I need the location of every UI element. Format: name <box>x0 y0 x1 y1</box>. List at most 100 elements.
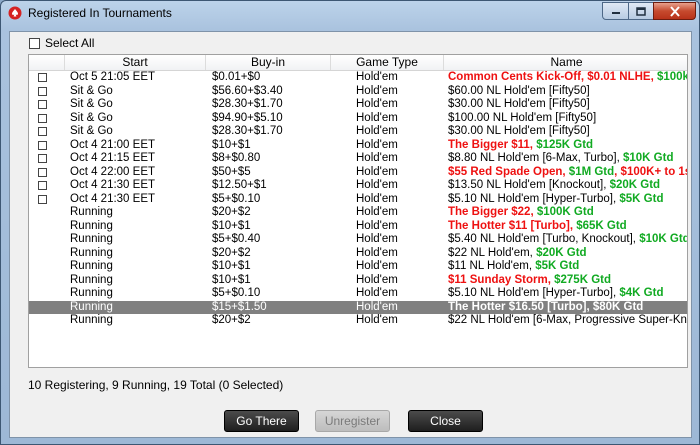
name-segment: $8.80 NL Hold'em [6-Max, Turbo], <box>448 152 623 164</box>
buyin-cell: $20+$2 <box>212 246 251 259</box>
column-header-game-type[interactable]: Game Type <box>331 55 444 70</box>
table-row[interactable]: Oct 5 21:05 EET $0.01+$0 Hold'em Common Cen… <box>29 71 687 85</box>
game-type-cell: Hold'em <box>356 246 398 259</box>
go-there-button[interactable]: Go There <box>224 410 299 432</box>
table-row[interactable]: Running $10+$1 Hold'em The Hotter $11 [Turb… <box>29 220 687 234</box>
table-row[interactable]: Running $15+$1.50 Hold'em The Hotter $16.50… <box>29 300 687 315</box>
column-header-name[interactable]: Name <box>444 55 687 70</box>
name-segment: $275K Gtd <box>554 273 611 286</box>
name-segment: The Hotter $16.50 [Turbo], $80K Gtd <box>448 300 644 313</box>
start-cell: Running <box>70 233 113 245</box>
start-cell: Sit & Go <box>70 125 113 137</box>
title-bar[interactable]: Registered In Tournaments <box>1 1 699 25</box>
table-row[interactable]: Oct 4 21:30 EET $12.50+$1 Hold'em $13.50 NL… <box>29 179 687 193</box>
name-segment: $30.00 NL Hold'em [Fifty50] <box>448 98 590 110</box>
start-cell: Oct 4 21:15 EET <box>70 152 156 164</box>
table-row[interactable]: Running $20+$2 Hold'em The Bigger $22, $100… <box>29 206 687 220</box>
start-cell: Oct 4 21:30 EET <box>70 192 156 205</box>
game-type-cell: Hold'em <box>356 138 398 151</box>
window-close-button[interactable] <box>653 2 696 20</box>
name-segment: $65K Gtd <box>576 219 627 232</box>
name-segment: $5K Gtd <box>619 192 664 205</box>
unregister-button: Unregister <box>315 410 390 432</box>
select-all-label: Select All <box>45 36 95 50</box>
tournament-table[interactable]: Start Buy-in Game Type Name Oct 5 21:05 … <box>28 54 688 368</box>
game-type-cell: Hold'em <box>356 287 398 299</box>
table-row[interactable]: Running $5+$0.10 Hold'em $5.10 NL Hold'em [… <box>29 287 687 301</box>
game-type-cell: Hold'em <box>356 206 398 218</box>
tournament-name-cell: The Bigger $22, $100K Gtd <box>448 206 687 220</box>
table-row[interactable]: Running $10+$1 Hold'em $11 NL Hold'em, $5K … <box>29 260 687 274</box>
buyin-cell: $10+$1 <box>212 273 251 286</box>
close-icon <box>669 5 680 17</box>
game-type-cell: Hold'em <box>356 314 398 326</box>
name-segment: $11 Sunday Storm, <box>448 273 555 286</box>
buyin-cell: $94.90+$5.10 <box>212 111 283 124</box>
name-segment: $1M Gtd <box>568 165 615 178</box>
tournament-name-cell: The Hotter $16.50 [Turbo], $80K Gtd <box>448 300 687 315</box>
table-row[interactable]: Oct 4 21:00 EET $10+$1 Hold'em The Bigger $… <box>29 139 687 153</box>
name-segment: $5K Gtd <box>535 260 580 272</box>
start-cell: Oct 4 21:00 EET <box>70 138 156 151</box>
tournament-name-cell: $22 NL Hold'em [6-Max, Progressive Super… <box>448 314 687 328</box>
buyin-cell: $0.01+$0 <box>212 71 261 83</box>
column-header-buyin[interactable]: Buy-in <box>206 55 331 70</box>
buyin-cell: $50+$5 <box>212 165 251 178</box>
game-type-cell: Hold'em <box>356 152 398 164</box>
buyin-cell: $5+$0.10 <box>212 287 261 299</box>
start-cell: Running <box>70 314 113 326</box>
table-row[interactable]: Running $20+$2 Hold'em $22 NL Hold'em, $20K… <box>29 247 687 261</box>
name-segment: $30.00 NL Hold'em [Fifty50] <box>448 125 590 137</box>
tournament-name-cell: $22 NL Hold'em, $20K Gtd <box>448 246 687 261</box>
table-row[interactable]: Running $10+$1 Hold'em $11 Sunday Storm, $2… <box>29 274 687 288</box>
game-type-cell: Hold'em <box>356 273 398 286</box>
buyin-cell: $28.30+$1.70 <box>212 98 283 110</box>
buyin-cell: $56.60+$3.40 <box>212 84 283 97</box>
table-row[interactable]: Running $20+$2 Hold'em $22 NL Hold'em [6-Ma… <box>29 314 687 328</box>
table-row[interactable]: Sit & Go $28.30+$1.70 Hold'em $30.00 NL Hol… <box>29 125 687 139</box>
name-segment: $13.50 NL Hold'em [Knockout], <box>448 179 610 191</box>
tournament-name-cell: $8.80 NL Hold'em [6-Max, Turbo], $10K Gt… <box>448 152 687 166</box>
close-button[interactable]: Close <box>408 410 483 432</box>
buyin-cell: $15+$1.50 <box>212 300 267 313</box>
name-segment: $10K Gtd <box>639 233 688 245</box>
name-segment: $60.00 NL Hold'em [Fifty50] <box>448 84 590 97</box>
table-row[interactable]: Running $5+$0.40 Hold'em $5.40 NL Hold'em [… <box>29 233 687 247</box>
name-segment: $20K Gtd <box>536 246 587 259</box>
start-cell: Running <box>70 206 113 218</box>
table-row[interactable]: Oct 4 21:30 EET $5+$0.10 Hold'em $5.10 NL H… <box>29 193 687 207</box>
name-segment: $22 NL Hold'em, <box>448 246 537 259</box>
start-cell: Oct 4 22:00 EET <box>70 165 156 178</box>
table-row[interactable]: Sit & Go $94.90+$5.10 Hold'em $100.00 NL Ho… <box>29 112 687 126</box>
start-cell: Sit & Go <box>70 98 113 110</box>
buyin-cell: $20+$2 <box>212 206 251 218</box>
name-segment: $11 NL Hold'em, <box>448 260 536 272</box>
start-cell: Sit & Go <box>70 111 113 124</box>
maximize-icon <box>636 6 646 16</box>
start-cell: Running <box>70 219 113 232</box>
name-segment: $125K Gtd <box>536 138 594 151</box>
start-cell: Running <box>70 246 113 259</box>
name-segment: $4K Gtd <box>619 287 664 299</box>
game-type-cell: Hold'em <box>356 98 398 110</box>
window-title: Registered In Tournaments <box>28 6 172 20</box>
maximize-button[interactable] <box>628 2 654 20</box>
tournament-name-cell: $60.00 NL Hold'em [Fifty50] <box>448 84 687 99</box>
select-all-toggle[interactable]: Select All <box>29 36 94 50</box>
game-type-cell: Hold'em <box>356 111 398 124</box>
name-segment: Common Cents Kick-Off, $0.01 NLHE, <box>448 71 657 83</box>
buyin-cell: $12.50+$1 <box>212 179 267 191</box>
table-row[interactable]: Oct 4 21:15 EET $8+$0.80 Hold'em $8.80 NL H… <box>29 152 687 166</box>
table-row[interactable]: Oct 4 22:00 EET $50+$5 Hold'em $55 Red Spad… <box>29 166 687 180</box>
buyin-cell: $20+$2 <box>212 314 251 326</box>
table-row[interactable]: Sit & Go $56.60+$3.40 Hold'em $60.00 NL Hol… <box>29 85 687 99</box>
select-all-checkbox[interactable] <box>29 37 40 49</box>
name-segment: $100.00 NL Hold'em [Fifty50] <box>448 111 597 124</box>
minimize-button[interactable] <box>602 2 629 20</box>
table-row[interactable]: Sit & Go $28.30+$1.70 Hold'em $30.00 NL Hol… <box>29 98 687 112</box>
column-header-start[interactable]: Start <box>65 55 206 70</box>
name-segment: , $100K+ to 1st! <box>614 165 687 178</box>
game-type-cell: Hold'em <box>356 179 398 191</box>
buyin-cell: $5+$0.10 <box>212 192 261 205</box>
game-type-cell: Hold'em <box>356 165 398 178</box>
